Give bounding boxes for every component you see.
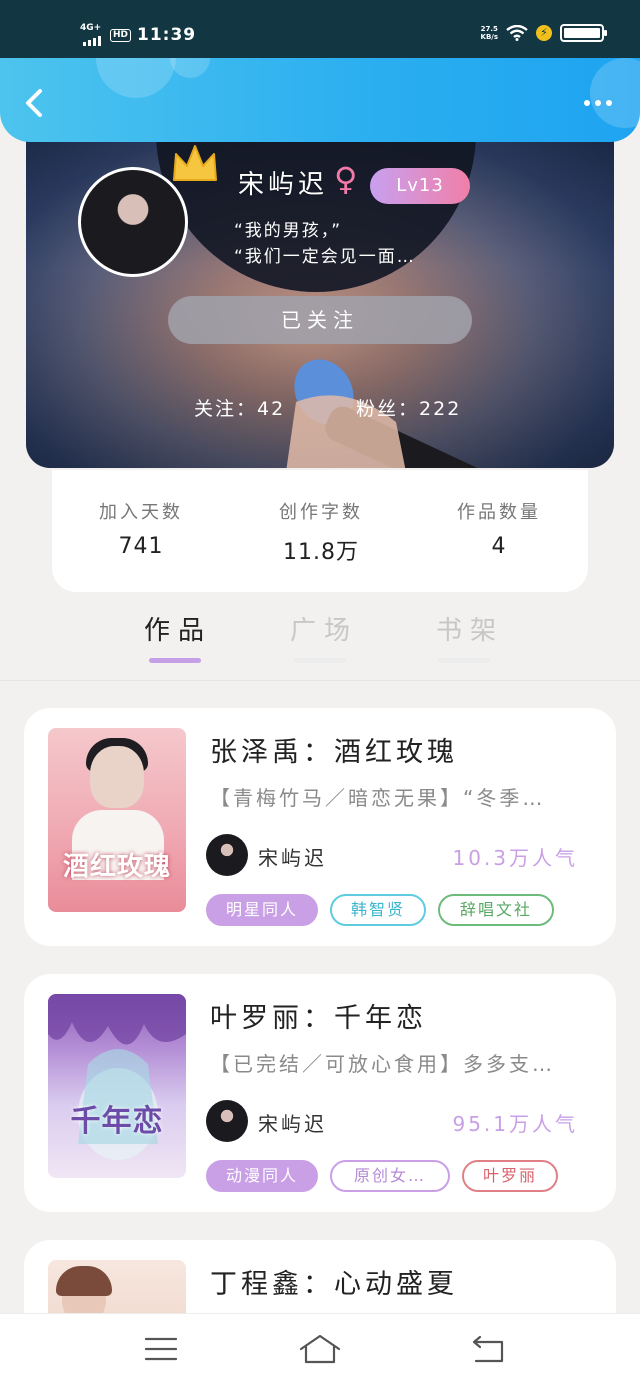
cover-wisteria: [48, 994, 186, 1160]
book-tag[interactable]: 动漫同人: [206, 1160, 318, 1192]
book-card[interactable]: 酒红玫瑰 张泽禹：酒红玫瑰 【青梅竹马／暗恋无果】“冬季… 宋屿迟 10.3万人…: [24, 708, 616, 946]
home-icon[interactable]: [298, 1332, 342, 1366]
signal-bars-icon: [83, 34, 101, 46]
wifi-icon: [506, 25, 528, 41]
tab-works-indicator: [149, 658, 201, 663]
author-name: 宋屿迟: [258, 846, 327, 870]
status-left: 4G+ HD 11:39: [80, 24, 196, 46]
stat-works-count: 作品数量 4: [424, 498, 574, 559]
cover-face: [90, 746, 144, 808]
top-header: [0, 58, 640, 142]
system-nav-bar: [0, 1313, 640, 1387]
more-dot: [584, 100, 590, 106]
decorative-bubble: [170, 58, 210, 78]
tab-works[interactable]: 作品: [128, 610, 228, 647]
clock: 11:39: [137, 25, 197, 45]
stats-card: 加入天数 741 创作字数 11.8万 作品数量 4: [52, 470, 588, 592]
level-badge: Lv13: [370, 168, 470, 204]
stat-value: 11.8万: [283, 540, 359, 565]
book-tag[interactable]: 辞唱文社: [438, 894, 554, 926]
decorative-bubble: [96, 58, 176, 98]
tab-square-indicator: [294, 658, 346, 663]
fans-count[interactable]: 粉丝：222: [356, 394, 461, 421]
book-title: 丁程鑫：心动盛夏: [210, 1269, 458, 1300]
stat-join-days: 加入天数 741: [66, 498, 216, 559]
fans-label: 粉丝：: [356, 398, 420, 420]
more-dot: [606, 100, 612, 106]
tab-square[interactable]: 广场: [274, 610, 374, 647]
tabs-divider: [0, 680, 640, 681]
stat-label: 作品数量: [457, 502, 541, 523]
tab-bookshelf[interactable]: 书架: [420, 610, 520, 647]
following-label: 关注：: [194, 398, 258, 420]
stat-value: 4: [491, 534, 507, 559]
book-description: 【青梅竹马／暗恋无果】“冬季…: [210, 786, 546, 810]
female-gender-icon: ♀: [334, 160, 358, 198]
book-cover[interactable]: 千年恋: [48, 994, 186, 1178]
book-tag[interactable]: 明星同人: [206, 894, 318, 926]
profile-tabs: 作品 广场 书架: [0, 604, 640, 680]
book-tag[interactable]: 韩智贤: [330, 894, 426, 926]
decorative-bubble: [590, 58, 640, 128]
crown-icon: [173, 145, 217, 181]
stat-label: 加入天数: [99, 502, 183, 523]
stat-word-count: 创作字数 11.8万: [246, 498, 396, 566]
hd-badge: HD: [110, 28, 132, 42]
profile-banner: 宋屿迟 ♀ Lv13 “我的男孩，” “我们一定会见一面… 已关注 关注：42 …: [26, 132, 614, 468]
cover-hair: [56, 1266, 112, 1296]
profile-username: 宋屿迟: [238, 170, 329, 200]
book-title: 叶罗丽：千年恋: [210, 1003, 427, 1034]
author-name: 宋屿迟: [258, 1112, 327, 1136]
signal-indicator: 4G+: [80, 24, 104, 46]
following-value: 42: [257, 398, 286, 420]
cover-title: 千年恋: [70, 1104, 164, 1139]
book-description: 【已完结／可放心食用】多多支…: [210, 1052, 555, 1076]
author-avatar: [206, 1100, 248, 1142]
book-tag[interactable]: 叶罗丽: [462, 1160, 558, 1192]
battery-fill: [564, 28, 600, 38]
book-tag[interactable]: 原创女…: [330, 1160, 450, 1192]
followed-button[interactable]: 已关注: [168, 296, 472, 344]
status-bar: 4G+ HD 11:39 27.5 KB/s ⚡: [0, 0, 640, 58]
network-type: 4G+: [80, 23, 102, 33]
more-button[interactable]: [584, 100, 612, 106]
profile-bio-line-2: “我们一定会见一面…: [234, 247, 416, 267]
speed-unit: KB/s: [480, 33, 498, 41]
author-avatar: [206, 834, 248, 876]
cover-title: 酒红玫瑰: [62, 852, 171, 882]
back-arrow-icon[interactable]: [470, 1334, 506, 1364]
fans-value: 222: [419, 398, 462, 420]
book-card[interactable]: 千年恋 叶罗丽：千年恋 【已完结／可放心食用】多多支… 宋屿迟 95.1万人气 …: [24, 974, 616, 1212]
stat-value: 741: [118, 534, 164, 559]
back-button[interactable]: [22, 88, 46, 118]
popularity-count: 95.1万人气: [452, 1112, 578, 1136]
following-count[interactable]: 关注：42: [194, 394, 285, 421]
stat-label: 创作字数: [279, 502, 363, 523]
status-right: 27.5 KB/s ⚡: [481, 24, 607, 42]
book-cover[interactable]: 酒红玫瑰: [48, 728, 186, 912]
tab-bookshelf-indicator: [438, 658, 490, 663]
network-speed: 27.5 KB/s: [481, 25, 498, 41]
more-dot: [595, 100, 601, 106]
speed-value: 27.5: [480, 25, 498, 33]
profile-bio-line-1: “我的男孩，”: [234, 221, 343, 241]
battery-icon: [560, 24, 607, 42]
book-title: 张泽禹：酒红玫瑰: [210, 737, 458, 768]
menu-icon[interactable]: [144, 1334, 178, 1364]
charging-icon: ⚡: [536, 25, 552, 41]
popularity-count: 10.3万人气: [452, 846, 578, 870]
